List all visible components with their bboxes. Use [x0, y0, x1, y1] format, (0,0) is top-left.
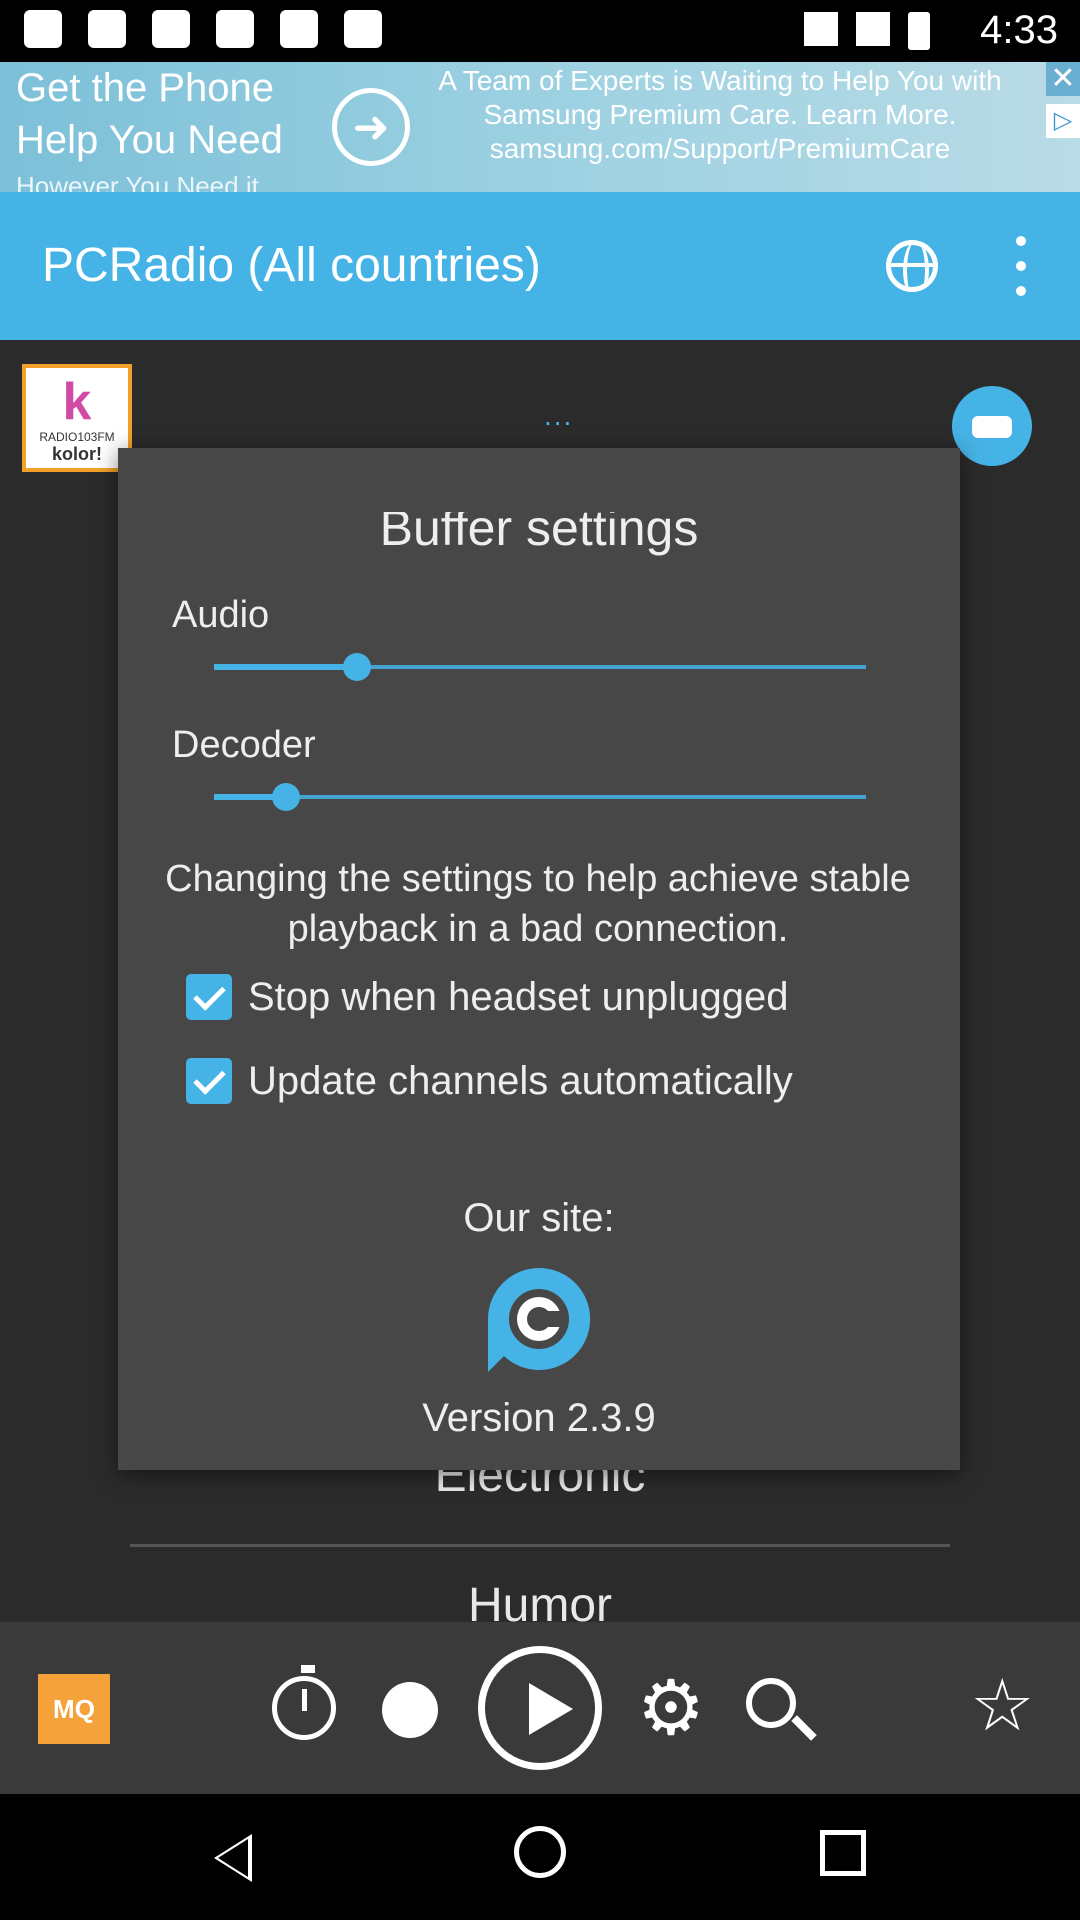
player-bar: MQ ⚙ ☆: [0, 1622, 1080, 1794]
app-notification-icon: [152, 10, 190, 48]
battery-icon: [908, 12, 930, 50]
ad-headline: Get the Phone Help You Need However You …: [16, 62, 283, 192]
buffer-settings-dialog: Buffer settings Audio Decoder Changing t…: [118, 448, 960, 1470]
pcradio-logo-icon[interactable]: [484, 1264, 594, 1374]
clock: 4:33: [980, 8, 1058, 52]
update-channels-checkbox-row[interactable]: Update channels automatically: [186, 1058, 793, 1104]
notification-icons: [24, 10, 382, 48]
overflow-menu-icon[interactable]: [1016, 236, 1028, 296]
settings-icon[interactable]: ⚙: [636, 1671, 706, 1747]
slider-thumb[interactable]: [343, 653, 372, 681]
ad-body-text: A Team of Experts is Waiting to Help You…: [438, 65, 1002, 130]
globe-icon[interactable]: [886, 240, 938, 292]
search-icon[interactable]: [746, 1678, 796, 1728]
ad-url: samsung.com/Support/PremiumCare: [489, 133, 951, 164]
chat-icon[interactable]: [952, 386, 1032, 466]
ad-body: A Team of Experts is Waiting to Help You…: [430, 64, 1010, 166]
ad-subheadline: However You Need it: [16, 171, 259, 192]
stop-headset-checkbox-row[interactable]: Stop when headset unplugged: [186, 974, 788, 1020]
station-logo-text: kolor!: [51, 444, 102, 464]
divider: [130, 1544, 950, 1547]
record-icon[interactable]: [382, 1682, 438, 1738]
audio-label: Audio: [172, 594, 270, 636]
loading-dots: ...: [544, 400, 574, 431]
wifi-icon: [804, 12, 838, 46]
checkbox-label: Update channels automatically: [248, 1058, 793, 1103]
app-title: PCRadio (All countries): [42, 239, 541, 292]
audio-slider[interactable]: [214, 652, 866, 682]
back-icon[interactable]: [214, 1834, 252, 1882]
ad-choices-icon[interactable]: ▷: [1046, 104, 1080, 138]
ad-headline-line: Help You Need: [16, 118, 283, 162]
decoder-label: Decoder: [172, 724, 316, 766]
buffer-description: Changing the settings to help achieve st…: [165, 858, 911, 950]
version-label: Version 2.3.9: [422, 1396, 656, 1440]
timer-icon[interactable]: [272, 1665, 336, 1740]
app-notification-icon: [88, 10, 126, 48]
play-icon[interactable]: [478, 1646, 602, 1770]
recents-icon[interactable]: [820, 1830, 866, 1876]
quality-mq-button[interactable]: MQ: [38, 1674, 110, 1744]
ad-headline-line: Get the Phone: [16, 66, 274, 110]
dialog-title: Buffer settings: [118, 512, 960, 558]
app-notification-icon: [24, 10, 62, 48]
status-bar: 4:33: [0, 0, 1080, 62]
site-label: Our site:: [463, 1196, 615, 1240]
decoder-slider[interactable]: [214, 782, 866, 812]
ad-banner[interactable]: Get the Phone Help You Need However You …: [0, 62, 1080, 192]
app-bar: PCRadio (All countries): [0, 192, 1080, 340]
signal-icon: [856, 12, 890, 46]
slider-fill: [214, 664, 358, 670]
genre-item[interactable]: Humor: [0, 1578, 1080, 1622]
update-channels-checkbox[interactable]: [186, 1058, 232, 1104]
slider-thumb[interactable]: [271, 783, 300, 811]
slider-track: [214, 795, 866, 799]
app-notification-icon: [280, 10, 318, 48]
station-logo[interactable]: k RADIO103FM kolor!: [22, 364, 132, 472]
app-notification-icon: [344, 10, 382, 48]
home-icon[interactable]: [514, 1826, 566, 1878]
star-icon[interactable]: ☆: [970, 1670, 1035, 1742]
arrow-right-icon[interactable]: ➜: [332, 88, 410, 166]
station-logo-mark: k: [62, 373, 92, 431]
checkbox-label: Stop when headset unplugged: [248, 974, 789, 1019]
close-icon[interactable]: ✕: [1046, 62, 1080, 96]
station-logo-sub: RADIO103FM: [39, 430, 115, 444]
stop-headset-checkbox[interactable]: [186, 974, 232, 1020]
system-nav-bar: [0, 1794, 1080, 1920]
system-icons: [804, 12, 930, 50]
dialog-title-text: Buffer settings: [379, 512, 699, 556]
app-notification-icon: [216, 10, 254, 48]
